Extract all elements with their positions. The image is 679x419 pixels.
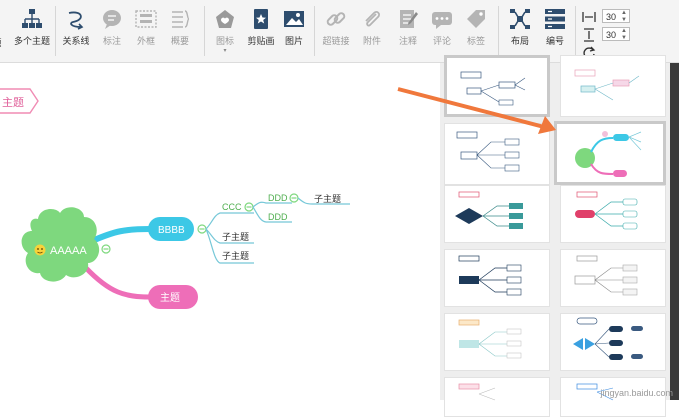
watermark: jingyan.baidu.com <box>600 388 673 398</box>
annotation-arrow-icon <box>397 87 556 134</box>
